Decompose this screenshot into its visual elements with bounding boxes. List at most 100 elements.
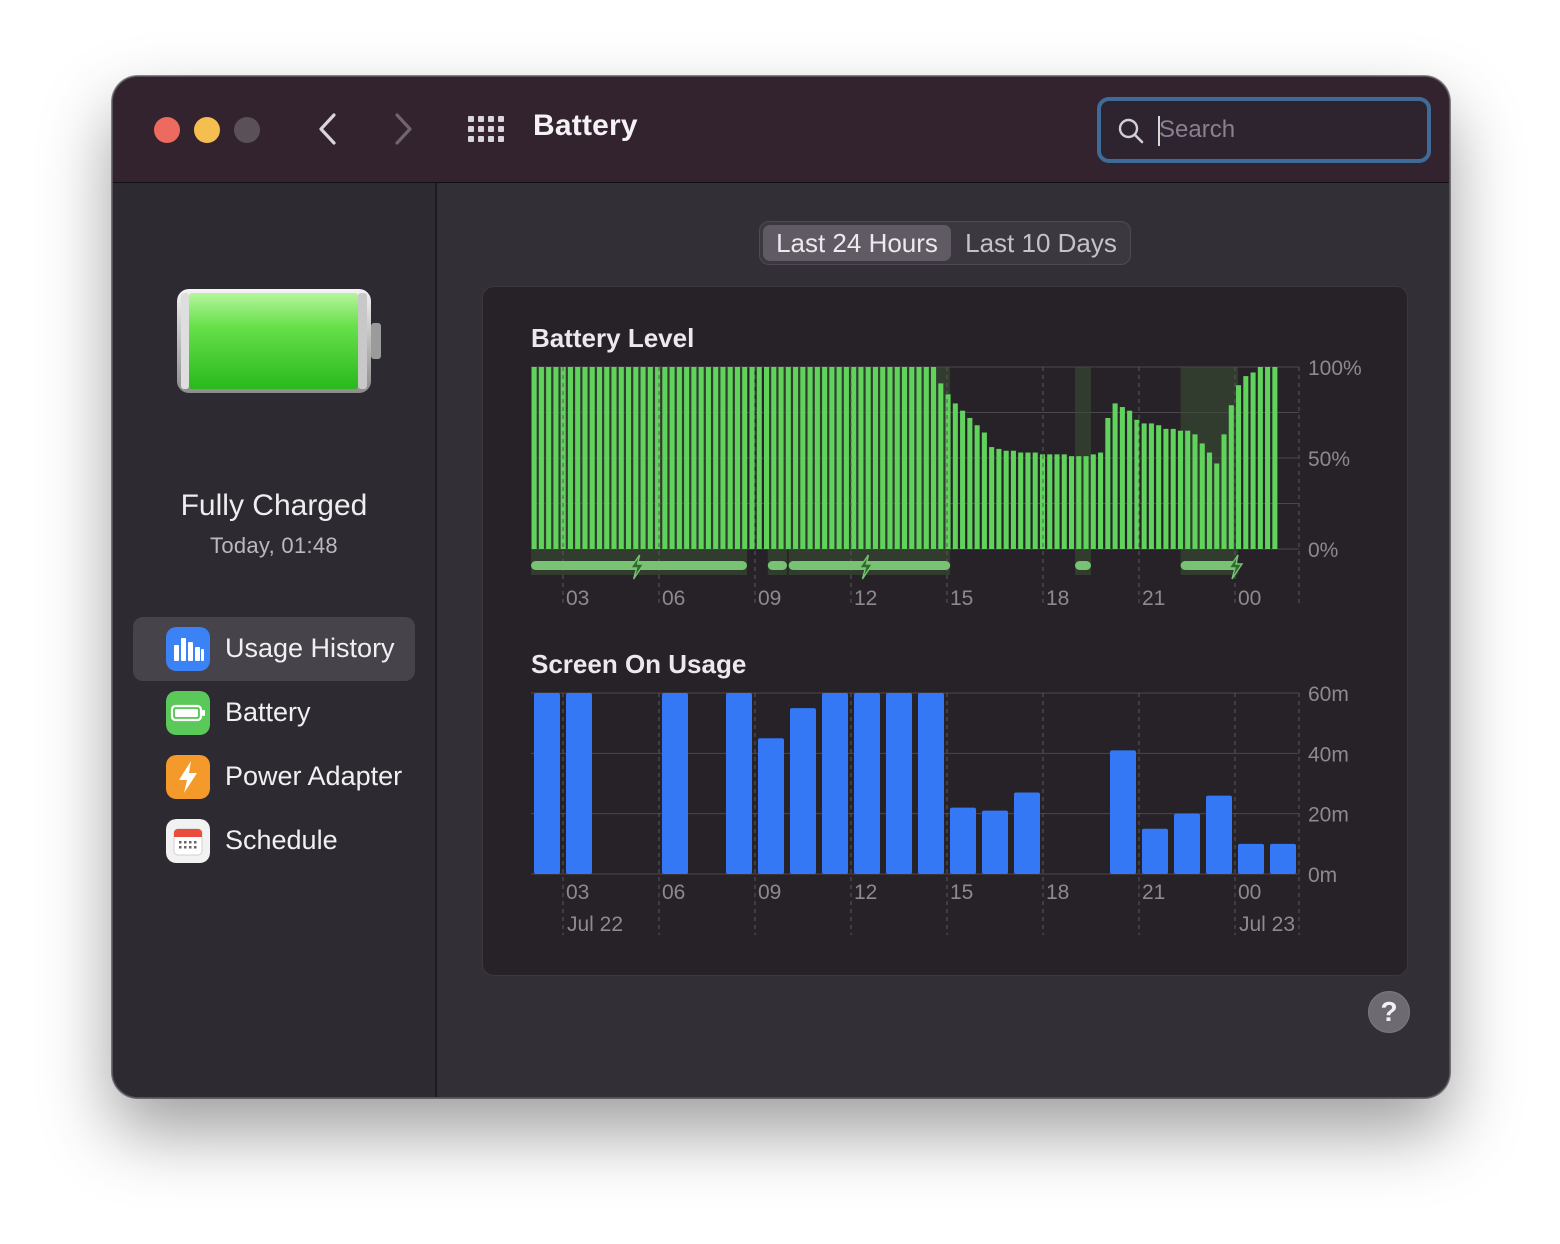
help-button[interactable]: ?: [1368, 991, 1410, 1033]
battery-level-bar: [996, 448, 1002, 549]
battery-level-bar: [626, 367, 632, 549]
battery-level-bar: [662, 367, 668, 549]
battery-level-bar: [901, 367, 908, 549]
battery-level-bar: [967, 417, 973, 549]
x-tick-label: 18: [1046, 587, 1069, 610]
battery-level-bar: [1221, 434, 1227, 549]
battery-level-bar: [771, 367, 777, 549]
battery-level-bar: [1177, 430, 1183, 549]
battery-level-bar: [931, 367, 937, 549]
battery-level-bar: [974, 425, 980, 549]
battery-status-icon: [177, 289, 381, 393]
back-button[interactable]: [312, 111, 346, 147]
x-tick-label: 06: [662, 881, 685, 904]
battery-level-bar: [945, 394, 951, 549]
segment-last-10-days[interactable]: Last 10 Days: [954, 225, 1128, 261]
screen-usage-bar: [1206, 795, 1232, 874]
battery-status-title: Fully Charged: [180, 489, 368, 522]
forward-button[interactable]: [386, 111, 420, 147]
sidebar-item-usage-history[interactable]: Usage History: [133, 617, 415, 681]
battery-level-bar: [785, 367, 791, 549]
battery-level-bar: [1061, 454, 1067, 549]
battery-level-bar: [843, 367, 849, 549]
battery-level-bar: [1025, 452, 1031, 549]
search-field[interactable]: [1097, 97, 1431, 163]
battery-level-bar: [793, 367, 799, 549]
battery-level-bar: [1272, 367, 1278, 549]
sidebar-item-battery[interactable]: Battery: [133, 681, 415, 745]
battery-level-bar: [705, 367, 711, 549]
search-icon: [1118, 118, 1144, 144]
battery-status-time: Today, 01:48: [210, 533, 338, 558]
battery-level-bar: [538, 367, 544, 549]
battery-level-bar: [1214, 463, 1220, 549]
battery-level-bar: [952, 403, 958, 549]
battery-level-bar: [1083, 456, 1089, 549]
sidebar-item-power-adapter[interactable]: Power Adapter: [133, 745, 415, 809]
battery-level-bar: [596, 367, 603, 549]
x-tick-label: 12: [854, 881, 877, 904]
date-label: Jul 23: [1239, 913, 1295, 936]
battery-level-bar: [938, 383, 944, 549]
battery-level-bar: [676, 367, 682, 549]
charging-region: [767, 367, 787, 575]
battery-level-bar: [1032, 452, 1038, 549]
battery-level-chart: 100% 50% 0% 03 06 09 12 15 18 21 00: [531, 357, 1362, 610]
y-tick-label: 20m: [1308, 804, 1349, 827]
battery-level-bar: [822, 367, 828, 549]
battery-level-bar: [1228, 405, 1234, 549]
battery-level-bar: [618, 367, 624, 549]
battery-level-bar: [865, 367, 871, 549]
x-tick-label: 00: [1238, 587, 1261, 610]
x-tick-label: 15: [950, 881, 973, 904]
battery-level-bar: [807, 367, 813, 549]
sidebar-item-schedule[interactable]: Schedule: [133, 809, 415, 873]
battery-level-bar: [1265, 367, 1271, 549]
screen-usage-bar: [1142, 828, 1168, 874]
battery-icon: [166, 691, 210, 735]
y-tick-label: 60m: [1308, 683, 1349, 706]
time-range-segmented-control: Last 24 Hours Last 10 Days: [759, 221, 1131, 265]
battery-level-bar: [531, 367, 537, 549]
battery-level-bar: [1148, 423, 1154, 549]
screen-usage-bar: [918, 693, 944, 874]
battery-level-bar: [923, 367, 929, 549]
x-tick-label: 21: [1142, 587, 1165, 610]
x-tick-label: 15: [950, 587, 973, 610]
show-all-grid-icon[interactable]: [467, 115, 505, 143]
battery-level-bar: [1010, 450, 1016, 549]
x-tick-label: 03: [566, 587, 589, 610]
battery-level-bar: [1192, 434, 1198, 549]
sidebar-item-label: Battery: [225, 697, 311, 727]
battery-level-bar: [894, 367, 900, 549]
minimize-button[interactable]: [194, 117, 220, 143]
sidebar-item-label: Usage History: [225, 633, 395, 663]
zoom-button[interactable]: [234, 117, 260, 143]
calendar-icon: [166, 819, 210, 863]
screen-usage-bar: [1270, 843, 1296, 874]
battery-level-bar: [909, 367, 915, 549]
x-tick-label: 03: [566, 881, 589, 904]
battery-level-bar: [1003, 450, 1009, 549]
battery-level-bar: [546, 367, 552, 549]
search-input[interactable]: [1159, 110, 1409, 150]
battery-level-bar: [1018, 452, 1024, 549]
battery-level-bar: [1199, 443, 1205, 549]
battery-level-bar: [698, 367, 704, 549]
screen-usage-bar: [1110, 750, 1136, 874]
battery-level-bar: [1243, 376, 1249, 549]
screen-usage-bar: [1174, 813, 1200, 874]
battery-level-bar: [916, 367, 922, 549]
date-label: Jul 22: [567, 913, 623, 936]
window-title: Battery: [533, 109, 638, 142]
battery-level-bar: [756, 367, 762, 549]
battery-level-bar: [742, 367, 748, 549]
close-button[interactable]: [154, 117, 180, 143]
battery-level-bar: [851, 367, 857, 549]
sidebar: Fully Charged Today, 01:48 Usage History…: [113, 183, 437, 1097]
battery-level-bar: [567, 367, 573, 549]
y-tick-label: 50%: [1308, 448, 1350, 471]
segment-last-24-hours[interactable]: Last 24 Hours: [763, 225, 951, 261]
battery-level-bar: [1047, 454, 1053, 549]
battery-level-bar: [640, 367, 646, 549]
